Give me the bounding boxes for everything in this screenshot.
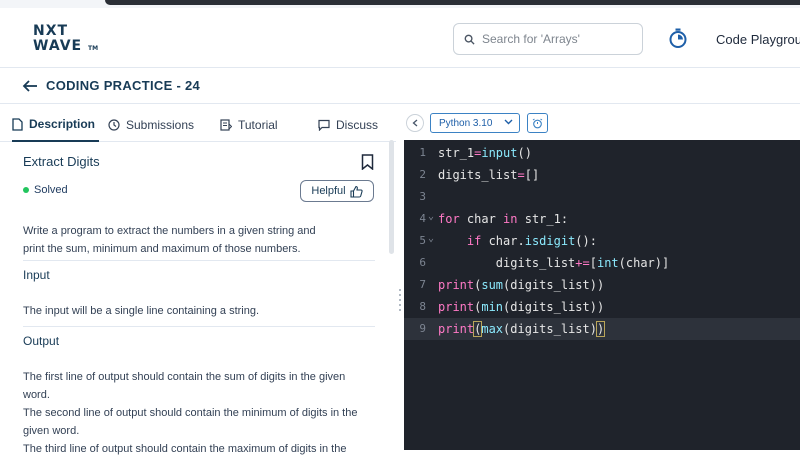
logo-top-text: NXT: [33, 23, 69, 39]
language-value: Python 3.10: [439, 117, 493, 129]
line-number: 1: [419, 146, 426, 159]
focus-timer-button[interactable]: [527, 113, 548, 133]
bookmark-icon[interactable]: [361, 154, 374, 170]
line-number: 6: [419, 256, 426, 269]
editor-pane: Python 3.10 1 str_1=input() 2 digits_lis…: [404, 104, 800, 450]
code-editor[interactable]: 1 str_1=input() 2 digits_list=[] 3 4 ⌄ f…: [404, 140, 800, 450]
code-line[interactable]: 1 str_1=input(): [404, 142, 800, 164]
section-divider: [23, 260, 375, 261]
line-number: 9: [419, 322, 426, 335]
line-number: 3: [419, 190, 426, 203]
top-header: NXT WAVE TM Code Playgrou: [0, 8, 800, 68]
browser-bar: [105, 0, 800, 5]
stopwatch-icon[interactable]: [667, 27, 689, 49]
chevron-left-icon: [412, 119, 418, 127]
tab-tutorial[interactable]: Tutorial: [220, 108, 278, 142]
text-cursor: [604, 322, 606, 337]
code-line-current[interactable]: 9 print(max(digits_list)): [404, 318, 800, 340]
language-select[interactable]: Python 3.10: [430, 113, 520, 133]
code-line[interactable]: 7 print(sum(digits_list)): [404, 274, 800, 296]
tab-description[interactable]: Description: [12, 108, 100, 142]
tab-tutorial-label: Tutorial: [238, 118, 278, 132]
output-line-3: The second line of output should contain…: [23, 407, 358, 419]
tab-description-label: Description: [29, 117, 96, 131]
output-heading: Output: [23, 334, 60, 348]
solved-dot: [23, 187, 29, 193]
description-pane: Description Submissions Tutorial Discuss…: [0, 104, 396, 455]
alarm-icon: [532, 118, 543, 128]
page-title: CODING PRACTICE - 24: [46, 78, 201, 93]
logo-tm: TM: [87, 45, 99, 52]
clock-icon: [108, 119, 120, 131]
problem-title: Extract Digits: [23, 154, 100, 169]
logo-bottom-text: WAVE: [33, 38, 83, 54]
code-line[interactable]: 5 ⌄ if char.isdigit():: [404, 230, 800, 252]
helpful-button[interactable]: Helpful: [300, 180, 374, 202]
output-line-4: given word.: [23, 425, 80, 437]
line-number: 7: [419, 278, 426, 291]
code-text: print(sum(digits_list)): [438, 278, 605, 292]
input-text: The input will be a single line containi…: [23, 305, 260, 317]
fold-chevron-icon[interactable]: ⌄: [428, 211, 434, 222]
problem-description: Write a program to extract the numbers i…: [23, 222, 375, 258]
breadcrumb: CODING PRACTICE - 24: [0, 68, 800, 104]
nxtwave-logo[interactable]: NXT WAVE TM: [33, 24, 98, 56]
top-strip: [0, 0, 800, 8]
description-line-2: print the sum, minimum and maximum of th…: [23, 243, 301, 255]
code-text: if char.isdigit():: [466, 234, 597, 248]
input-heading: Input: [23, 268, 50, 282]
output-line-1: The first line of output should contain …: [23, 371, 346, 383]
status-badge: Solved: [23, 184, 68, 196]
output-text: The first line of output should contain …: [23, 368, 375, 458]
code-text: str_1=input(): [438, 146, 532, 160]
resize-handle[interactable]: [398, 289, 402, 314]
output-line-2: word.: [23, 389, 50, 401]
fold-chevron-icon[interactable]: ⌄: [428, 233, 434, 244]
tab-discuss-label: Discuss: [336, 118, 379, 132]
collapse-button[interactable]: [406, 114, 424, 132]
chevron-down-icon: [504, 119, 513, 125]
output-line-5: The third line of output should contain …: [23, 443, 347, 455]
code-text: print(max(digits_list)): [438, 321, 606, 337]
tab-submissions[interactable]: Submissions: [108, 108, 194, 142]
line-number: 5: [419, 234, 426, 247]
section-divider: [23, 326, 375, 327]
code-playground-link[interactable]: Code Playgrou: [716, 32, 800, 47]
code-text: digits_list+=[int(char)]: [438, 256, 670, 270]
status-text: Solved: [34, 184, 68, 196]
code-text: for char in str_1:: [438, 212, 569, 226]
editor-toolbar: Python 3.10: [404, 104, 800, 140]
document-icon: [12, 117, 23, 131]
search-box[interactable]: [453, 23, 643, 55]
tutorial-icon: [220, 119, 232, 131]
code-line[interactable]: 2 digits_list=[]: [404, 164, 800, 186]
code-text: digits_list=[]: [438, 168, 540, 182]
search-icon: [464, 34, 475, 45]
code-text: print(min(digits_list)): [438, 300, 605, 314]
description-scrollbar[interactable]: [389, 140, 394, 254]
code-line[interactable]: 3: [404, 186, 800, 208]
thumbs-up-icon: [350, 185, 363, 198]
tab-discuss[interactable]: Discuss: [318, 108, 378, 142]
description-line-1: Write a program to extract the numbers i…: [23, 225, 316, 237]
search-input[interactable]: [482, 32, 632, 46]
back-arrow-icon[interactable]: [22, 79, 38, 93]
tab-bar: Description Submissions Tutorial Discuss: [0, 108, 396, 142]
line-number: 8: [419, 300, 426, 313]
code-line[interactable]: 6 digits_list+=[int(char)]: [404, 252, 800, 274]
code-line[interactable]: 8 print(min(digits_list)): [404, 296, 800, 318]
line-number: 4: [419, 212, 426, 225]
line-number: 2: [419, 168, 426, 181]
tab-submissions-label: Submissions: [126, 118, 195, 132]
chat-icon: [318, 119, 330, 131]
code-line[interactable]: 4 ⌄ for char in str_1:: [404, 208, 800, 230]
helpful-label: Helpful: [311, 185, 346, 197]
